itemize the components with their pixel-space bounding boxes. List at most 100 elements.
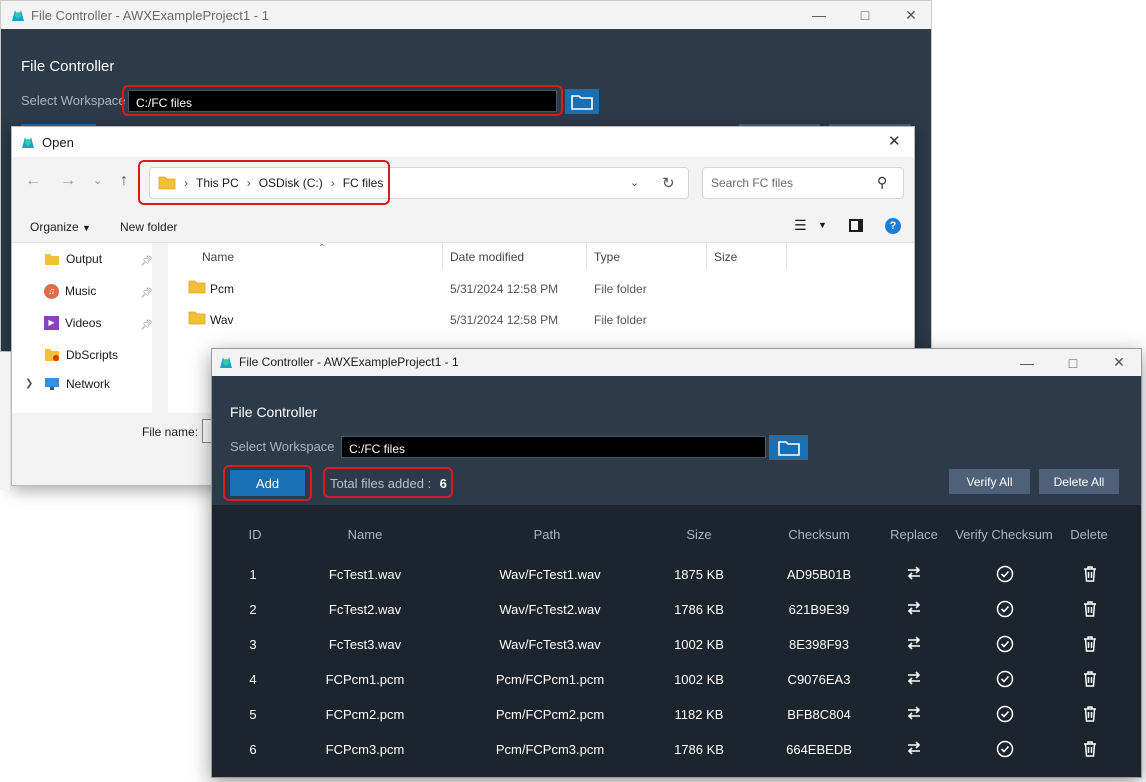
add-button[interactable]: Add	[230, 470, 305, 496]
column-divider[interactable]	[706, 243, 707, 269]
preview-pane-icon[interactable]	[849, 219, 863, 232]
trash-icon[interactable]	[1082, 670, 1098, 688]
swap-arrows-icon[interactable]	[906, 635, 922, 651]
check-circle-icon[interactable]	[996, 705, 1014, 723]
forward-arrow-icon[interactable]: →	[60, 172, 76, 190]
organize-menu[interactable]: Organize ▼	[30, 220, 91, 234]
back-app-header: File Controller	[21, 58, 115, 75]
back-window-titlebar: File Controller - AWXExampleProject1 - 1…	[1, 1, 931, 29]
maximize-icon[interactable]: □	[1050, 349, 1096, 376]
row-size: 1875 KB	[674, 567, 724, 582]
swap-arrows-icon[interactable]	[906, 740, 922, 756]
new-folder-button[interactable]: New folder	[120, 220, 177, 234]
row-path: Pcm/FCPcm2.pcm	[495, 707, 605, 722]
check-circle-icon[interactable]	[996, 635, 1014, 653]
column-name[interactable]: Name	[202, 250, 234, 264]
nav-item-music[interactable]: ♫ Music	[44, 280, 96, 302]
trash-icon[interactable]	[1082, 740, 1098, 758]
swap-arrows-icon[interactable]	[906, 670, 922, 686]
column-id: ID	[248, 527, 262, 542]
up-arrow-icon[interactable]: ↑	[120, 172, 128, 190]
nav-item-network[interactable]: Network	[44, 373, 110, 395]
folder-icon	[571, 94, 593, 110]
maximize-icon[interactable]: □	[842, 1, 888, 29]
row-id: 4	[249, 672, 257, 687]
check-circle-icon[interactable]	[996, 600, 1014, 618]
search-input[interactable]: Search FC files ⚲	[702, 167, 904, 199]
column-size[interactable]: Size	[714, 250, 737, 264]
close-icon[interactable]: ✕	[888, 1, 934, 29]
nav-item-output[interactable]: Output	[44, 248, 102, 270]
table-row: 4 FCPcm1.pcm Pcm/FCPcm1.pcm 1002 KB C907…	[212, 662, 1141, 697]
view-options-icon[interactable]: ☰	[794, 217, 807, 234]
refresh-icon[interactable]: ↻	[662, 174, 675, 192]
column-divider[interactable]	[586, 243, 587, 269]
file-row-pcm[interactable]: Pcm 5/31/2024 12:58 PM File folder	[168, 273, 914, 303]
trash-icon[interactable]	[1082, 635, 1098, 653]
delete-all-button[interactable]: Delete All	[1039, 469, 1119, 494]
minimize-icon[interactable]: —	[796, 1, 842, 29]
file-name-label: File name:	[142, 425, 199, 439]
view-dropdown-icon[interactable]: ▼	[818, 220, 827, 230]
back-workspace-input[interactable]: C:/FC files	[128, 90, 557, 112]
nav-item-dbscripts[interactable]: DbScripts	[44, 344, 118, 366]
table-row: 2 FcTest2.wav Wav/FcTest2.wav 1786 KB 62…	[212, 592, 1141, 627]
row-checksum: C9076EA3	[787, 672, 851, 687]
minimize-icon[interactable]: —	[1004, 349, 1050, 376]
column-checksum: Checksum	[788, 527, 850, 542]
recent-dropdown-icon[interactable]: ⌄	[93, 174, 102, 187]
check-circle-icon[interactable]	[996, 670, 1014, 688]
trash-icon[interactable]	[1082, 600, 1098, 618]
trash-icon[interactable]	[1082, 565, 1098, 583]
column-date-modified[interactable]: Date modified	[450, 250, 524, 264]
row-size: 1002 KB	[674, 637, 724, 652]
nav-item-label: Output	[66, 252, 103, 266]
close-icon[interactable]: ✕	[1096, 349, 1142, 376]
row-path: Wav/FcTest2.wav	[499, 602, 601, 617]
back-arrow-icon[interactable]: ←	[25, 172, 41, 190]
app-logo-icon	[218, 354, 234, 370]
folder-icon	[188, 311, 206, 325]
dialog-nav-row: ← → ⌄ ↑ › This PC › OSDisk (C:) › FC fil…	[12, 157, 914, 209]
folder-icon	[45, 253, 59, 265]
column-path: Path	[533, 527, 561, 542]
back-browse-button[interactable]	[565, 89, 599, 114]
pin-icon[interactable]: 📌︎	[140, 256, 153, 267]
row-name: FcTest2.wav	[328, 602, 402, 617]
column-divider[interactable]	[786, 243, 787, 269]
expand-chevron-icon[interactable]: ❯	[25, 378, 33, 389]
folder-icon	[188, 280, 206, 294]
back-window-title: File Controller - AWXExampleProject1 - 1	[31, 8, 269, 23]
total-files-indicator: Total files added : 6	[330, 475, 447, 493]
network-icon	[45, 378, 59, 390]
sort-ascending-icon: ⌃	[318, 243, 327, 254]
check-circle-icon[interactable]	[996, 565, 1014, 583]
swap-arrows-icon[interactable]	[906, 600, 922, 616]
row-checksum: AD95B01B	[786, 567, 852, 582]
column-name: Name	[347, 527, 383, 542]
open-dialog-title: Open	[42, 135, 74, 150]
row-checksum: 664EBEDB	[786, 742, 852, 757]
help-icon[interactable]: ?	[885, 218, 901, 234]
nav-item-label: Network	[66, 377, 111, 391]
nav-pane-scrollbar[interactable]	[152, 243, 168, 413]
nav-item-videos[interactable]: ▶ Videos	[44, 312, 101, 334]
verify-all-button[interactable]: Verify All	[949, 469, 1030, 494]
column-replace: Replace	[890, 527, 938, 542]
column-divider[interactable]	[442, 243, 443, 269]
swap-arrows-icon[interactable]	[906, 565, 922, 581]
pin-icon[interactable]: 📌︎	[140, 320, 153, 331]
address-dropdown-icon[interactable]: ⌄	[630, 176, 639, 189]
workspace-label: Select Workspace	[230, 439, 335, 454]
browse-button[interactable]	[769, 435, 808, 460]
workspace-input[interactable]: C:/FC files	[341, 436, 766, 458]
check-circle-icon[interactable]	[996, 740, 1014, 758]
trash-icon[interactable]	[1082, 705, 1098, 723]
app-header: File Controller	[230, 404, 318, 420]
column-type[interactable]: Type	[594, 250, 620, 264]
file-row-wav[interactable]: Wav 5/31/2024 12:58 PM File folder	[168, 304, 914, 334]
pin-icon[interactable]: 📌︎	[140, 288, 153, 299]
dialog-close-icon[interactable]: ✕	[888, 132, 901, 150]
swap-arrows-icon[interactable]	[906, 705, 922, 721]
nav-item-label: Videos	[65, 316, 102, 330]
